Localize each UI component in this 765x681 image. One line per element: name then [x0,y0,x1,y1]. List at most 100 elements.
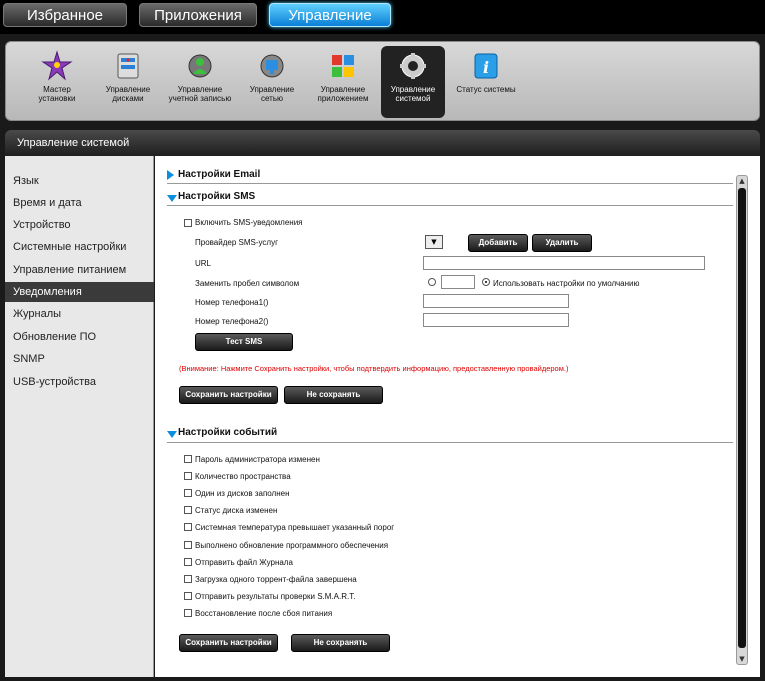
icon-label: установки [38,94,76,103]
sms-save-button[interactable]: Сохранить настройки [179,386,278,404]
management-icon-panel: Мастер установки Управление дисками Упра… [5,41,760,121]
divider [167,205,733,206]
sidebar-item-snmp[interactable]: SNMP [5,349,154,369]
sms-provider-select[interactable]: ▼ [425,235,443,249]
content-scrollbar[interactable]: ▲ ▼ [736,175,748,665]
tab-favorites[interactable]: Избранное [3,3,127,27]
icon-label: дисками [112,94,144,103]
icon-label: приложением [317,94,369,103]
icon-label: сетью [260,94,283,103]
event-checkbox[interactable] [184,506,192,514]
tab-management[interactable]: Управление [269,3,391,27]
sidebar-item-notifications[interactable]: Уведомления [5,282,154,302]
event-label: Отправить файл Журнала [195,558,293,567]
phone1-label: Номер телефона1() [195,298,269,307]
event-checkbox[interactable] [184,472,192,480]
app-management-icon [332,55,354,77]
icon-label: Управление [177,85,223,94]
icon-label: Управление [249,85,295,94]
event-label: Восстановление после сбоя питания [195,609,333,618]
events-save-button[interactable]: Сохранить настройки [179,634,278,652]
sidebar-item-system-settings[interactable]: Системные настройки [5,237,154,257]
event-label: Статус диска изменен [195,506,278,515]
divider [167,442,733,443]
sidebar-item-power[interactable]: Управление питанием [5,260,154,280]
top-nav: Избранное Приложения Управление [0,0,765,34]
account-management-icon [188,54,212,78]
sidebar-item-language[interactable]: Язык [5,171,154,191]
replace-space-input[interactable] [441,275,475,289]
event-label: Пароль администратора изменен [195,455,320,464]
icon-label: Управление [105,85,151,94]
url-input[interactable] [423,256,705,270]
system-status-button[interactable]: i Статус системы [452,46,520,118]
warning-text: (Внимание: Нажмите Сохранить настройки, … [179,364,569,373]
url-label: URL [195,259,212,268]
replace-space-radio[interactable] [428,278,436,286]
event-label: Количество пространства [195,472,291,481]
app-management-button[interactable]: Управление приложением [311,46,375,118]
network-management-icon [260,54,284,78]
icon-label: Статус системы [456,85,516,94]
event-label: Один из дисков заполнен [195,489,290,498]
expand-right-icon[interactable] [167,170,174,180]
event-settings-title[interactable]: Настройки событий [178,427,277,438]
scroll-up-icon[interactable]: ▲ [737,176,747,186]
icon-label: системой [395,94,431,103]
sms-settings-title[interactable]: Настройки SMS [178,191,255,202]
email-settings-title[interactable]: Настройки Email [178,169,260,180]
system-management-icon [400,53,426,79]
network-management-button[interactable]: Управление сетью [240,46,304,118]
svg-text:i: i [483,58,489,77]
system-management-button[interactable]: Управление системой [381,46,445,118]
sms-enable-checkbox[interactable] [184,219,192,227]
disk-management-button[interactable]: Управление дисками [96,46,160,118]
events-cancel-button[interactable]: Не сохранять [291,634,390,652]
event-checkbox[interactable] [184,523,192,531]
chevron-down-icon: ▼ [431,238,437,246]
icon-label: Мастер [43,85,71,94]
test-sms-button[interactable]: Тест SMS [195,333,293,351]
scrollbar-thumb[interactable] [738,188,746,648]
sms-enable-label: Включить SMS-уведомления [195,218,303,227]
collapse-down-icon[interactable] [167,431,177,438]
event-checkbox[interactable] [184,609,192,617]
event-label: Выполнено обновление программного обеспе… [195,541,389,550]
add-provider-button[interactable]: Добавить [468,234,528,252]
event-checkbox[interactable] [184,489,192,497]
sidebar: Язык Время и дата Устройство Системные н… [5,156,154,677]
event-checkbox[interactable] [184,575,192,583]
sidebar-item-time-date[interactable]: Время и дата [5,193,154,213]
scroll-down-icon[interactable]: ▼ [737,654,747,664]
use-default-label: Использовать настройки по умолчанию [493,279,640,288]
account-management-button[interactable]: Управление учетной записью [168,46,232,118]
icon-label: учетной записью [168,94,232,103]
sms-provider-label: Провайдер SMS-услуг [195,238,279,247]
disk-management-icon [117,53,139,79]
tab-applications[interactable]: Приложения [139,3,257,27]
sms-cancel-button[interactable]: Не сохранять [284,386,383,404]
sidebar-item-firmware[interactable]: Обновление ПО [5,327,154,347]
sidebar-item-logs[interactable]: Журналы [5,304,154,324]
use-default-radio[interactable] [482,278,490,286]
phone2-label: Номер телефона2() [195,317,269,326]
event-checkbox[interactable] [184,455,192,463]
event-checkbox[interactable] [184,558,192,566]
wizard-button[interactable]: Мастер установки [25,46,89,118]
replace-space-label: Заменить пробел символом [195,279,300,288]
collapse-down-icon[interactable] [167,195,177,202]
phone1-input[interactable] [423,294,569,308]
system-status-icon: i [474,53,498,79]
icon-label: Управление [390,85,436,94]
event-label: Загрузка одного торрент-файла завершена [195,575,357,584]
phone2-input[interactable] [423,313,569,327]
event-checkbox[interactable] [184,541,192,549]
delete-provider-button[interactable]: Удалить [532,234,592,252]
section-header: Управление системой [5,130,760,156]
icon-label: Управление [320,85,366,94]
event-checkbox[interactable] [184,592,192,600]
event-label: Системная температура превышает указанны… [195,523,395,532]
divider [167,183,733,184]
sidebar-item-usb[interactable]: USB-устройства [5,372,154,392]
sidebar-item-device[interactable]: Устройство [5,215,154,235]
